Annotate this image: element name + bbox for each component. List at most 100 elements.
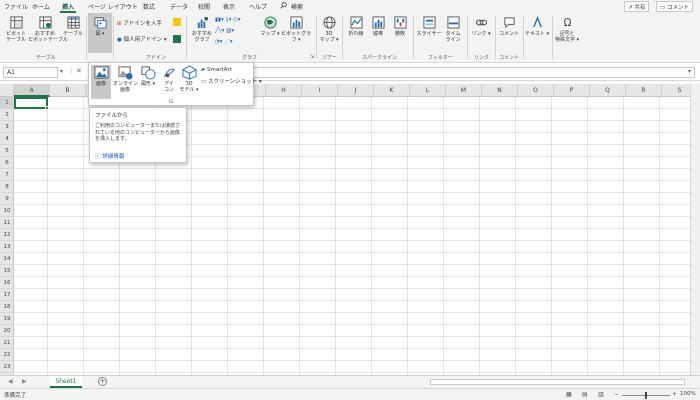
column-header-a[interactable]: A: [14, 84, 50, 97]
column-header-p[interactable]: P: [554, 84, 590, 97]
horizontal-scrollbar[interactable]: [430, 379, 685, 385]
row-header-13[interactable]: 13: [0, 241, 14, 253]
next-sheet-icon[interactable]: ▶: [22, 378, 27, 385]
row-header-19[interactable]: 19: [0, 313, 14, 325]
row-header-11[interactable]: 11: [0, 217, 14, 229]
column-header-b[interactable]: B: [50, 84, 86, 97]
timeline-button[interactable]: タイム ライン: [442, 16, 464, 43]
tab-insert[interactable]: 挿入: [62, 2, 74, 11]
tab-data[interactable]: データ: [170, 2, 188, 11]
tab-file[interactable]: ファイル: [4, 2, 28, 11]
column-header-o[interactable]: O: [518, 84, 554, 97]
icons-button[interactable]: アイ コン: [159, 65, 179, 93]
column-header-q[interactable]: Q: [590, 84, 626, 97]
row-header-4[interactable]: 4: [0, 133, 14, 145]
table-button[interactable]: テーブル: [62, 16, 84, 37]
pivot-chart-button[interactable]: ピボットグラフ ▾: [280, 16, 312, 43]
comment-button[interactable]: ▭ コメント: [656, 1, 693, 12]
zoom-out-icon[interactable]: −: [614, 391, 619, 398]
sparkline-line-button[interactable]: 折れ線: [345, 16, 367, 37]
screenshot-button[interactable]: ▭ スクリーンショット ▾: [201, 77, 262, 85]
cancel-icon[interactable]: ✕: [76, 67, 82, 75]
maps-button[interactable]: マップ ▾: [260, 16, 280, 37]
row-header-18[interactable]: 18: [0, 301, 14, 313]
recommended-pivot-button[interactable]: おすすめ ピボットテーブル: [28, 16, 68, 43]
tab-help[interactable]: ヘルプ: [249, 2, 267, 11]
row-header-5[interactable]: 5: [0, 145, 14, 157]
row-header-15[interactable]: 15: [0, 265, 14, 277]
zoom-in-icon[interactable]: +: [672, 391, 677, 398]
link-button[interactable]: リンク ▾: [470, 16, 492, 37]
tab-page-layout[interactable]: ページ レイアウト: [88, 2, 138, 11]
tab-review[interactable]: 校閲: [198, 2, 210, 11]
row-header-16[interactable]: 16: [0, 277, 14, 289]
collapse-dropdown-icon[interactable]: ⊟: [169, 99, 173, 105]
row-header-21[interactable]: 21: [0, 337, 14, 349]
column-header-n[interactable]: N: [482, 84, 518, 97]
symbols-button[interactable]: Ω 記号と 特殊文字 ▾: [553, 16, 581, 43]
name-box[interactable]: A1: [3, 67, 58, 78]
my-addins-button[interactable]: ● 個人用アドイン ▾: [117, 35, 167, 43]
bing-icon[interactable]: [173, 18, 181, 26]
row-header-23[interactable]: 23: [0, 361, 14, 373]
slicer-button[interactable]: スライサー: [416, 16, 442, 37]
expand-formula-icon[interactable]: ▾: [688, 68, 691, 75]
add-sheet-icon[interactable]: +: [98, 377, 107, 386]
column-chart-button[interactable]: ▮▮▾ ▯▾ ◴▾: [215, 17, 241, 23]
charts-launcher-icon[interactable]: ⇲: [310, 54, 314, 60]
vertical-scrollbar[interactable]: [690, 84, 700, 375]
row-header-22[interactable]: 22: [0, 349, 14, 361]
row-header-8[interactable]: 8: [0, 181, 14, 193]
active-cell-a1[interactable]: [14, 97, 48, 109]
zoom-slider-thumb[interactable]: [645, 392, 647, 399]
name-box-dropdown-icon[interactable]: ▾: [60, 68, 63, 75]
prev-sheet-icon[interactable]: ◀: [8, 378, 13, 385]
insert-image-button[interactable]: 画像: [91, 65, 111, 87]
tooltip-help-link[interactable]: ⓘ 詳細情報: [95, 152, 124, 160]
row-header-20[interactable]: 20: [0, 325, 14, 337]
share-button[interactable]: ↗ 共有: [624, 1, 650, 12]
recommended-charts-button[interactable]: おすすめ グラフ: [189, 16, 215, 43]
shapes-button[interactable]: 図形 ▾: [138, 65, 158, 87]
column-header-h[interactable]: H: [266, 84, 302, 97]
insert-comment-button[interactable]: コメント: [497, 16, 521, 37]
line-chart-button[interactable]: ╱╲▾ ▨▾: [215, 28, 234, 34]
row-header-12[interactable]: 12: [0, 229, 14, 241]
row-header-14[interactable]: 14: [0, 253, 14, 265]
search-label[interactable]: 検索: [291, 2, 303, 11]
normal-view-icon[interactable]: ▦: [566, 391, 572, 398]
column-header-j[interactable]: J: [338, 84, 374, 97]
get-addins-button[interactable]: ⊞ アドインを入手: [117, 19, 162, 27]
column-header-k[interactable]: K: [374, 84, 410, 97]
row-header-7[interactable]: 7: [0, 169, 14, 181]
smartart-button[interactable]: ▰ SmartArt: [201, 67, 232, 73]
column-header-i[interactable]: I: [302, 84, 338, 97]
tab-view[interactable]: 表示: [223, 2, 235, 11]
tab-formulas[interactable]: 数式: [143, 2, 155, 11]
page-break-view-icon[interactable]: ▥: [598, 391, 604, 398]
row-header-9[interactable]: 9: [0, 193, 14, 205]
sheet-tab-sheet1[interactable]: Sheet1: [50, 376, 82, 388]
pivot-table-button[interactable]: ピボット テーブル: [2, 16, 30, 43]
text-button[interactable]: テキスト ▾: [525, 16, 549, 37]
sparkline-column-button[interactable]: 縦棒: [367, 16, 389, 37]
online-image-button[interactable]: オンライン 画像: [113, 65, 138, 93]
zoom-level[interactable]: 100%: [680, 391, 696, 397]
pie-chart-button[interactable]: ◔▾ ⋰▾: [215, 39, 233, 45]
search-icon[interactable]: [280, 2, 287, 11]
page-layout-view-icon[interactable]: ▤: [582, 391, 588, 398]
people-graph-icon[interactable]: [173, 35, 181, 43]
column-header-l[interactable]: L: [410, 84, 446, 97]
picture-group-button[interactable]: 図 ▾: [89, 16, 111, 37]
column-header-r[interactable]: R: [626, 84, 662, 97]
select-all-corner[interactable]: [0, 84, 14, 97]
row-header-3[interactable]: 3: [0, 121, 14, 133]
row-header-1[interactable]: 1: [0, 97, 14, 109]
column-header-m[interactable]: M: [446, 84, 482, 97]
column-header-s[interactable]: S: [662, 84, 690, 97]
map-3d-button[interactable]: 3D マップ ▾: [318, 16, 340, 43]
sparkline-winloss-button[interactable]: 勝敗: [389, 16, 411, 37]
row-header-10[interactable]: 10: [0, 205, 14, 217]
fill-handle[interactable]: [45, 106, 49, 110]
row-header-2[interactable]: 2: [0, 109, 14, 121]
